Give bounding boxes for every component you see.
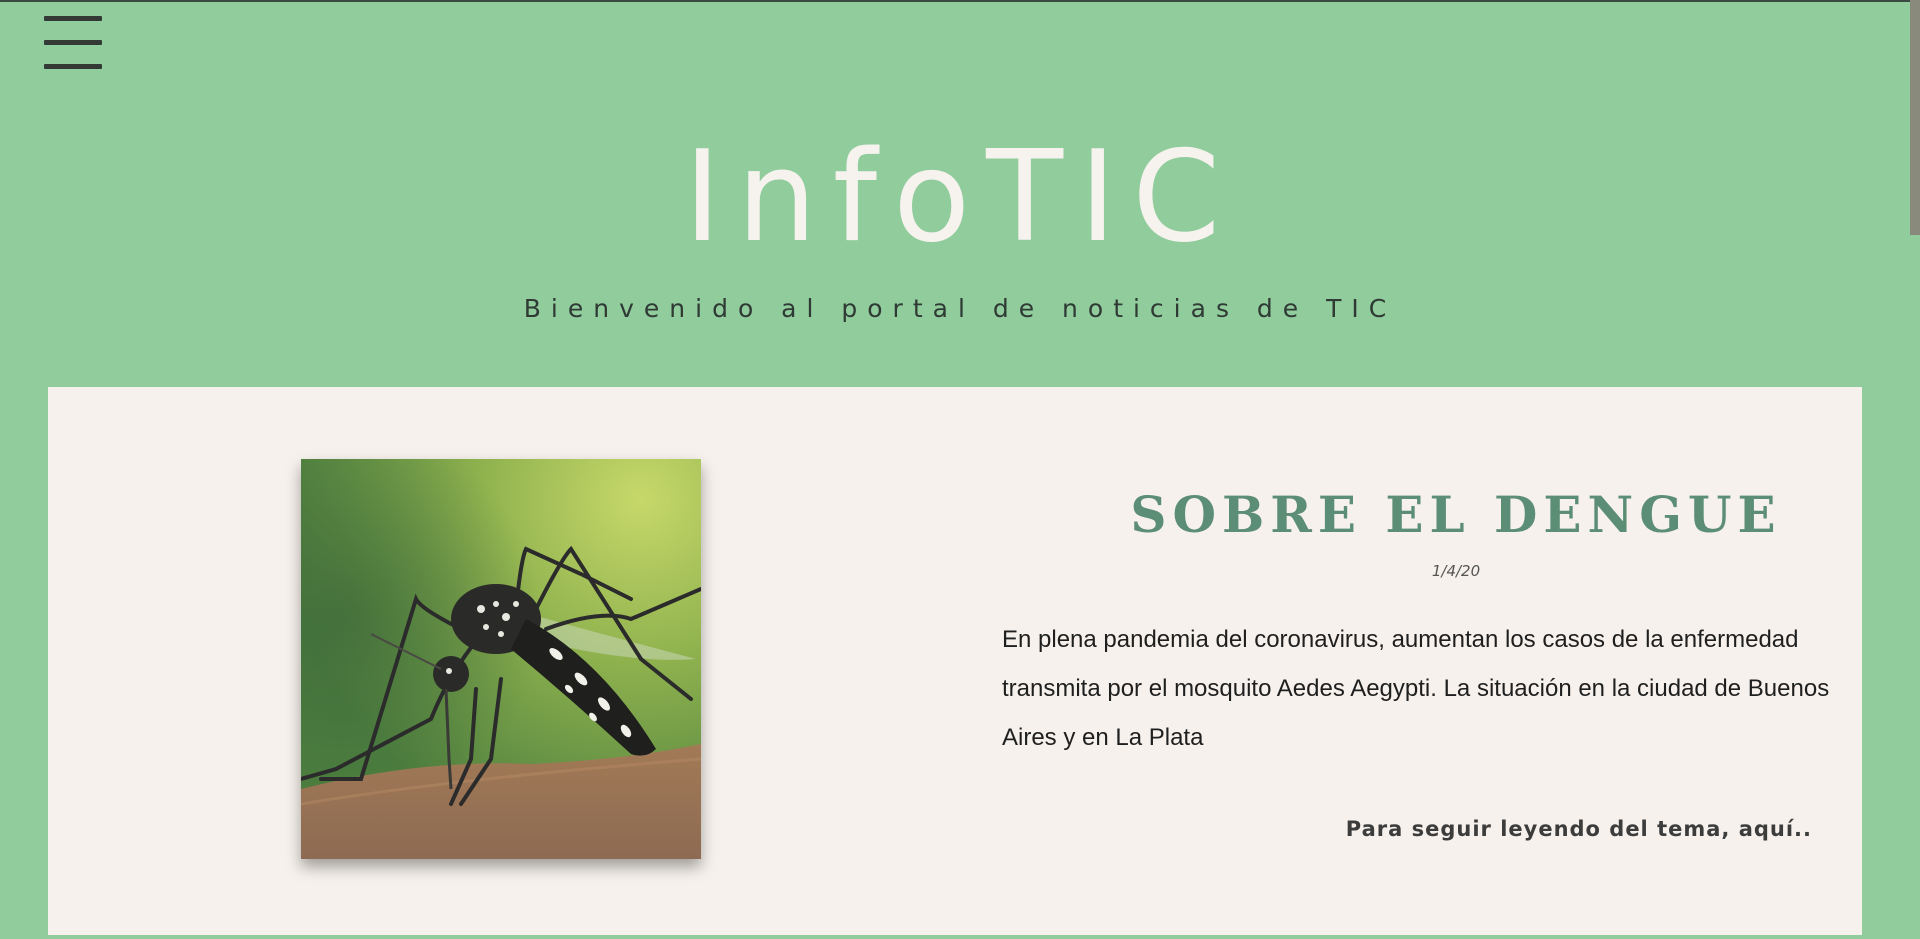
site-subtitle: Bienvenido al portal de noticias de TIC: [523, 294, 1397, 323]
menu-bar-top: [44, 16, 102, 21]
article-body: En plena pandemia del coronavirus, aumen…: [1002, 626, 1830, 751]
article-date: 1/4/20: [1431, 562, 1481, 580]
read-more-link[interactable]: Para seguir leyendo del tema, aquí..: [1346, 815, 1812, 843]
mosquito-photo: [301, 459, 701, 859]
article-card: SOBRE EL DENGUE 1/4/20 En plena pandemia…: [48, 387, 1862, 935]
hamburger-menu-icon[interactable]: [44, 16, 102, 72]
article-image: [301, 459, 701, 859]
scrollbar-thumb[interactable]: [1910, 0, 1920, 235]
article-title[interactable]: SOBRE EL DENGUE: [1000, 485, 1912, 545]
menu-bar-middle: [44, 40, 102, 45]
top-border: [0, 0, 1920, 2]
menu-bar-bottom: [44, 64, 102, 69]
site-title: InfoTIC: [683, 123, 1237, 270]
